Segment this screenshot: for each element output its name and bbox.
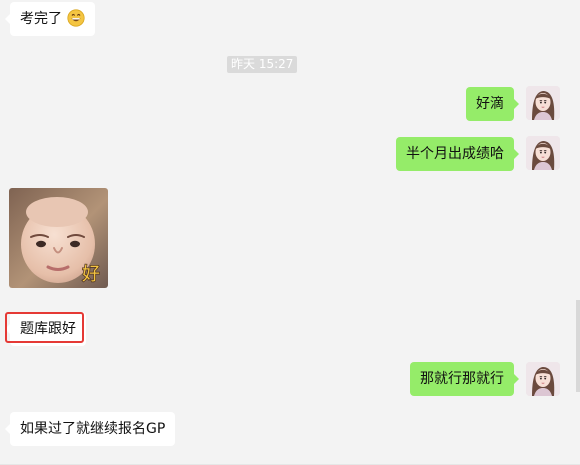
message-text: 题库跟好	[20, 321, 76, 337]
baby-face-sticker: 好	[9, 188, 108, 288]
message-text: 那就行那就行	[420, 371, 504, 387]
message-text: 半个月出成绩哈	[406, 146, 504, 162]
sticker-caption: 好	[82, 264, 100, 285]
woman-avatar-icon[interactable]	[526, 136, 560, 170]
chat-scrollbar[interactable]	[576, 300, 580, 392]
woman-avatar-icon	[526, 86, 560, 120]
woman-avatar-icon[interactable]	[526, 86, 560, 120]
woman-avatar-icon	[526, 136, 560, 170]
message-bubble-incoming[interactable]: 考完了	[4, 2, 96, 36]
baby-face-sticker[interactable]: 好	[9, 188, 108, 288]
grinning-face-emoji	[67, 9, 86, 27]
message-bubble-incoming[interactable]: 题库跟好	[5, 312, 86, 346]
message-text: 好滴	[476, 96, 504, 112]
message-bubble-outgoing[interactable]: 好滴	[466, 87, 519, 121]
timestamp-label: 昨天 15:27	[227, 56, 298, 73]
message-text: 考完了	[20, 11, 62, 27]
woman-avatar-icon	[526, 362, 560, 396]
message-text: 如果过了就继续报名GP	[20, 421, 166, 437]
message-bubble-outgoing[interactable]: 那就行那就行	[410, 362, 519, 396]
chat-window: 考完了 昨天 15:27 好滴 半个月出成绩哈 好 题库跟好 那就行那就行 如果…	[0, 0, 580, 465]
woman-avatar-icon[interactable]	[526, 362, 560, 396]
message-bubble-incoming[interactable]: 如果过了就继续报名GP	[4, 412, 176, 446]
message-bubble-outgoing[interactable]: 半个月出成绩哈	[396, 137, 519, 171]
